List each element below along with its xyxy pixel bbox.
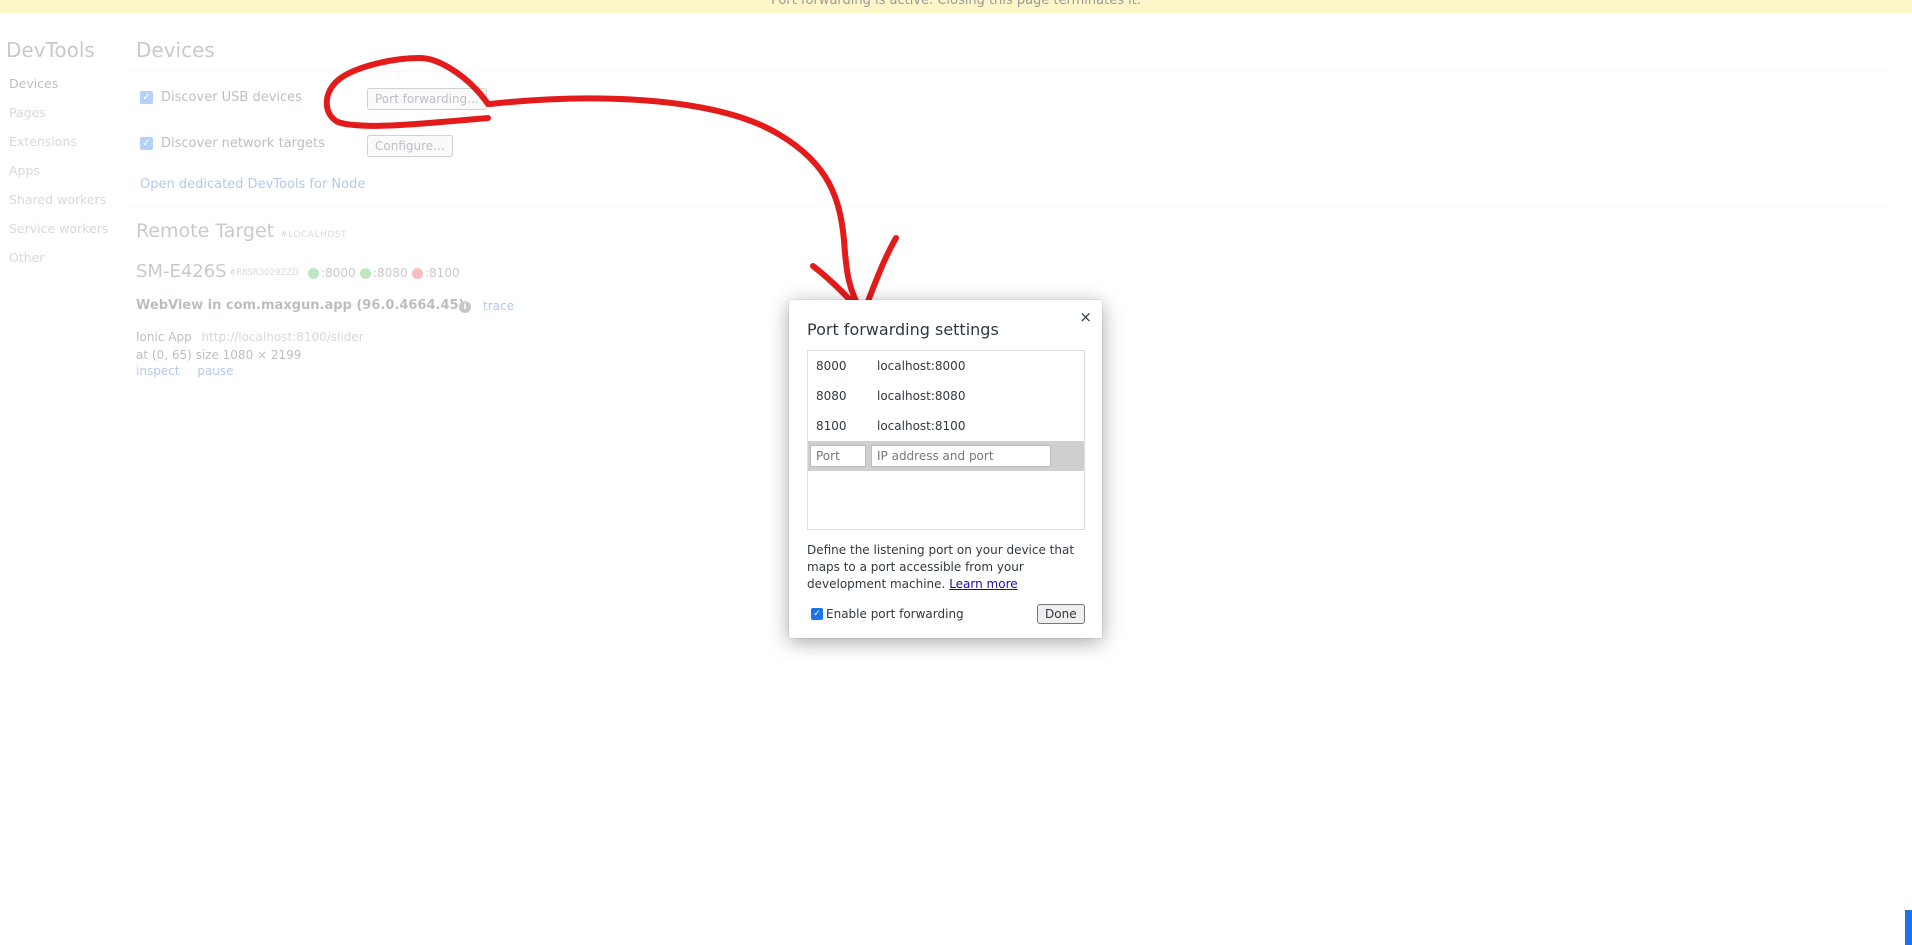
rule-address: localhost:8080 (877, 389, 966, 403)
sidebar-nav: Devices Pages Extensions Apps Shared wor… (9, 76, 108, 279)
remote-target-heading: Remote Target (136, 220, 275, 242)
target-app-url: http://localhost:8100/slider (201, 330, 364, 344)
trace-link[interactable]: trace (483, 299, 514, 313)
target-app-name: Ionic App (136, 330, 192, 344)
port-status-label: :8100 (425, 266, 460, 280)
status-dot-icon (412, 267, 423, 279)
new-address-input[interactable] (871, 445, 1051, 467)
devices-title: Devices (136, 38, 215, 62)
discover-network-checkbox[interactable]: ✓ (140, 137, 153, 150)
rule-address: localhost:8100 (877, 419, 966, 433)
port-status-label: :8080 (373, 266, 408, 280)
rule-port: 8100 (816, 419, 847, 433)
enable-port-forwarding-label: Enable port forwarding (826, 607, 964, 621)
enable-port-forwarding[interactable]: ✓ Enable port forwarding (811, 607, 964, 621)
configure-button[interactable]: Configure... (367, 135, 453, 157)
sidebar-item-pages[interactable]: Pages (9, 105, 108, 134)
remote-target-title: Remote Target #LOCALHOST (136, 220, 347, 242)
rule-port: 8000 (816, 359, 847, 373)
checkmark-icon[interactable]: ✓ (811, 608, 823, 620)
new-rule-row (808, 441, 1084, 471)
devtools-for-node-link[interactable]: Open dedicated DevTools for Node (140, 177, 365, 192)
sidebar-item-extensions[interactable]: Extensions (9, 134, 108, 163)
done-button[interactable]: Done (1037, 604, 1085, 624)
target-app-line: Ionic App http://localhost:8100/slider (136, 330, 364, 344)
device-name: SM-E426S (136, 261, 227, 282)
close-icon[interactable]: × (1079, 308, 1092, 326)
divider (128, 207, 1892, 208)
target-position: at (0, 65) size 1080 × 2199 (136, 348, 302, 362)
sidebar-item-devices[interactable]: Devices (9, 76, 108, 105)
pause-link[interactable]: pause (197, 364, 233, 378)
port-status-8080: :8080 (360, 266, 408, 280)
rule-row[interactable]: 8080 localhost:8080 (808, 381, 1084, 411)
discover-usb-row: ✓ Discover USB devices (140, 90, 369, 105)
discover-usb-checkbox[interactable]: ✓ (140, 91, 153, 104)
new-port-input[interactable] (810, 445, 866, 467)
port-forwarding-rules-list: 8000 localhost:8000 8080 localhost:8080 … (807, 350, 1085, 530)
webview-title: WebView in com.maxgun.app (96.0.4664.45) (136, 298, 465, 313)
scrollbar-accent (1905, 910, 1912, 945)
port-forwarding-banner: Port forwarding is active. Closing this … (0, 0, 1912, 13)
port-status-8100: :8100 (412, 266, 460, 280)
device-serial: #R8SR3029ZZD (229, 268, 299, 278)
target-actions: inspect pause (136, 364, 248, 378)
port-forwarding-button[interactable]: Port forwarding... (367, 88, 487, 110)
info-icon[interactable]: i (459, 301, 471, 313)
discover-network-label: Discover network targets (161, 136, 325, 151)
help-text: Define the listening port on your device… (807, 543, 1075, 591)
inspect-link[interactable]: inspect (136, 364, 180, 378)
sidebar-item-other[interactable]: Other (9, 250, 108, 279)
learn-more-link[interactable]: Learn more (949, 577, 1017, 591)
dialog-title: Port forwarding settings (807, 320, 999, 339)
remote-target-subtitle: #LOCALHOST (280, 230, 348, 240)
rule-port: 8080 (816, 389, 847, 403)
devtools-logo: DevTools (6, 38, 95, 62)
divider (128, 71, 1892, 72)
discover-usb-label: Discover USB devices (161, 90, 302, 105)
status-dot-icon (308, 267, 319, 279)
sidebar-item-shared-workers[interactable]: Shared workers (9, 192, 108, 221)
port-status-8000: :8000 (308, 266, 356, 280)
sidebar-item-service-workers[interactable]: Service workers (9, 221, 108, 250)
sidebar-item-apps[interactable]: Apps (9, 163, 108, 192)
port-forwarding-dialog: Port forwarding settings × 8000 localhos… (789, 300, 1102, 638)
port-status-label: :8000 (321, 266, 356, 280)
status-dot-icon (360, 267, 371, 279)
help-text-block: Define the listening port on your device… (807, 542, 1087, 593)
rule-row[interactable]: 8100 localhost:8100 (808, 411, 1084, 441)
banner-text: Port forwarding is active. Closing this … (771, 0, 1141, 8)
rule-row[interactable]: 8000 localhost:8000 (808, 351, 1084, 381)
rule-address: localhost:8000 (877, 359, 966, 373)
discover-network-row: ✓ Discover network targets (140, 136, 369, 151)
